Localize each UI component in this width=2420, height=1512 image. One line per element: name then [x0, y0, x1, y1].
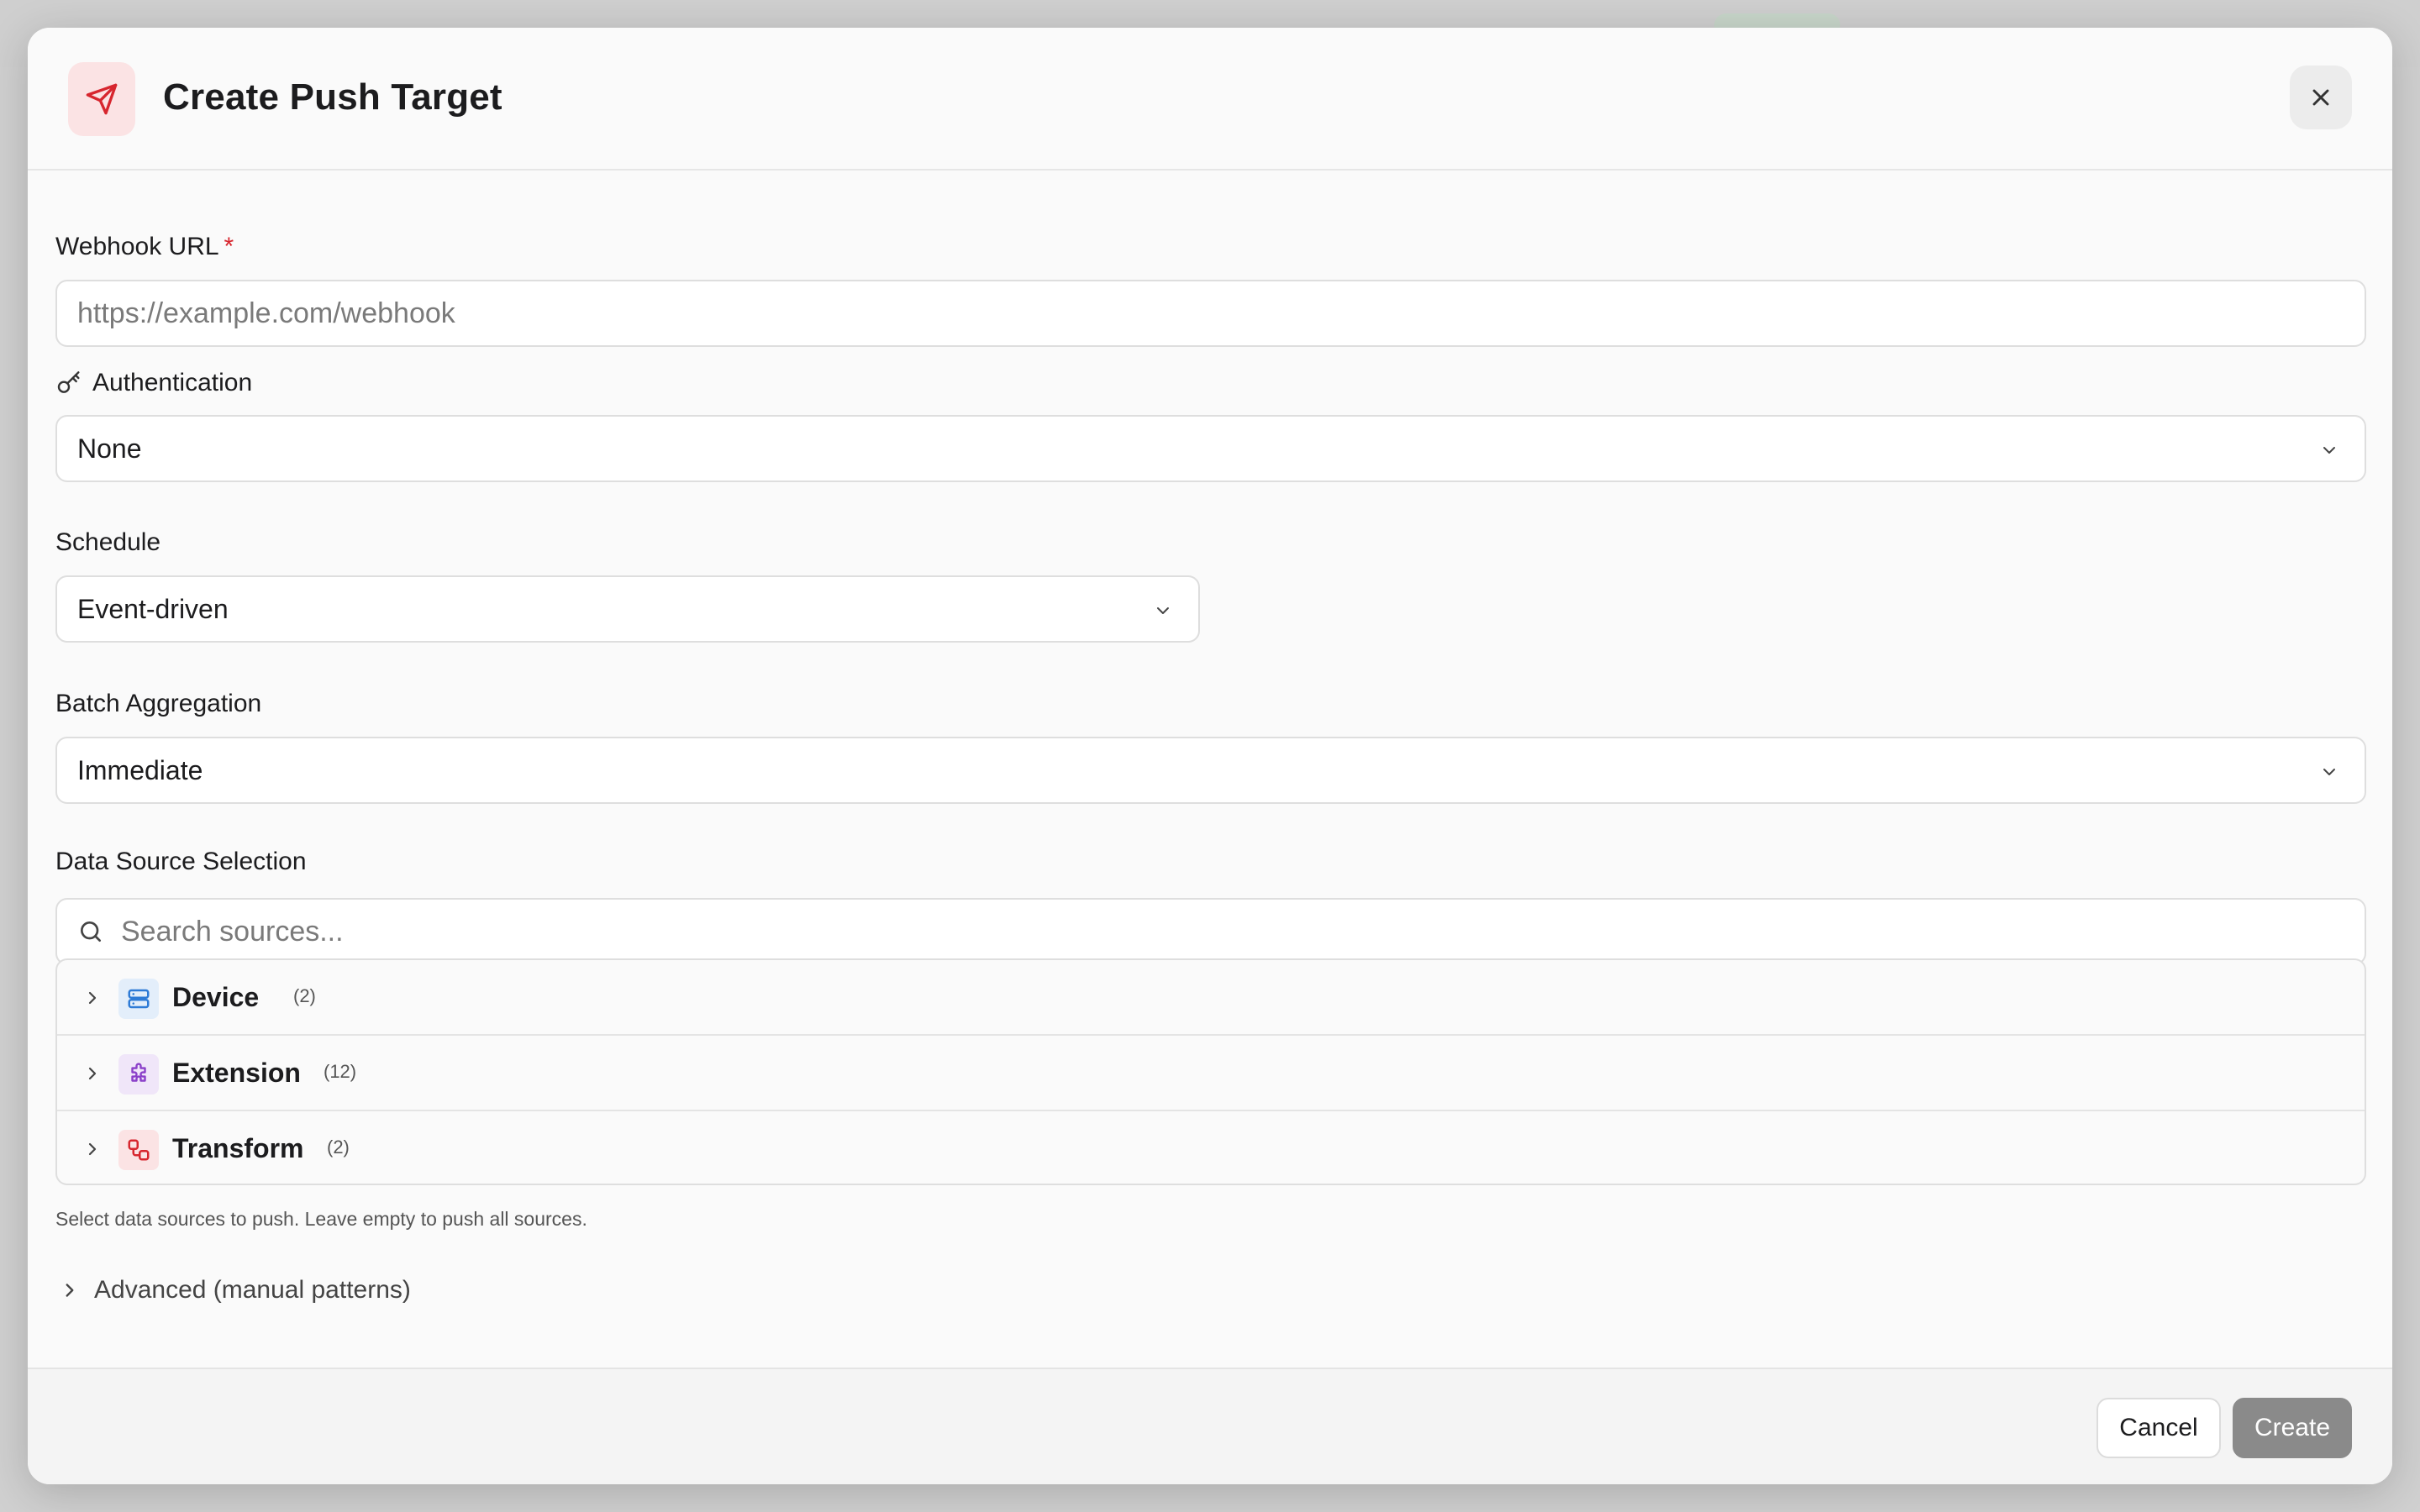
search-icon [81, 921, 101, 942]
server-icon [118, 979, 159, 1019]
webhook-url-field[interactable] [55, 280, 2366, 347]
workflow-icon [118, 1130, 159, 1170]
data-source-selection-label: Data Source Selection [55, 848, 307, 875]
authentication-label-text: Authentication [92, 369, 253, 396]
close-icon [2312, 89, 2329, 106]
create-push-target-dialog: Create Push Target Webhook URL* Authenti… [28, 28, 2392, 1484]
source-group-count: (2) [293, 985, 316, 1006]
authentication-selected-value: None [77, 433, 142, 464]
schedule-selected-value: Event-driven [77, 593, 229, 624]
source-search-input[interactable] [121, 915, 2365, 948]
batch-aggregation-selected-value: Immediate [77, 754, 203, 785]
webhook-url-label: Webhook URL * [55, 233, 234, 261]
source-helper-text: Select data sources to push. Leave empty… [55, 1208, 587, 1230]
dialog-title: Create Push Target [163, 76, 502, 118]
key-icon [57, 371, 80, 393]
batch-aggregation-select[interactable]: Immediate [55, 737, 2366, 804]
advanced-toggle-label: Advanced (manual patterns) [94, 1276, 411, 1304]
schedule-label: Schedule [55, 528, 161, 556]
source-group-transform[interactable]: Transform (2) [57, 1111, 2365, 1184]
cancel-button[interactable]: Cancel [2096, 1398, 2221, 1458]
authentication-label: Authentication [55, 369, 252, 397]
chevron-right-icon [88, 991, 97, 1005]
source-group-count: (12) [324, 1061, 357, 1082]
source-search-field[interactable] [55, 898, 2366, 965]
webhook-url-input[interactable] [77, 297, 2365, 330]
chevron-down-icon [2323, 769, 2335, 775]
source-group-label: Extension [172, 1058, 301, 1088]
schedule-select[interactable]: Event-driven [55, 575, 1200, 643]
source-group-count: (2) [327, 1137, 350, 1158]
chevron-down-icon [2323, 447, 2335, 454]
chevron-down-icon [1157, 607, 1169, 614]
webhook-url-label-text: Webhook URL [55, 233, 219, 260]
source-group-device[interactable]: Device (2) [57, 960, 2365, 1036]
create-button[interactable]: Create [2233, 1398, 2352, 1458]
chevron-right-icon [66, 1284, 74, 1297]
source-tree: Device (2) Extension (12) Transform (2) [55, 958, 2366, 1185]
advanced-toggle[interactable]: Advanced (manual patterns) [55, 1273, 411, 1307]
batch-aggregation-label: Batch Aggregation [55, 690, 262, 717]
puzzle-icon [118, 1054, 159, 1095]
authentication-select[interactable]: None [55, 415, 2366, 482]
dialog-header: Create Push Target [28, 28, 2392, 171]
source-group-extension[interactable]: Extension (12) [57, 1036, 2365, 1111]
chevron-right-icon [88, 1142, 97, 1156]
send-icon [68, 62, 135, 136]
source-group-label: Transform [172, 1133, 304, 1163]
dialog-footer: Cancel Create [28, 1368, 2392, 1484]
close-button[interactable] [2290, 66, 2352, 129]
required-mark: * [224, 233, 234, 260]
chevron-right-icon [88, 1067, 97, 1080]
source-group-label: Device [172, 982, 260, 1012]
